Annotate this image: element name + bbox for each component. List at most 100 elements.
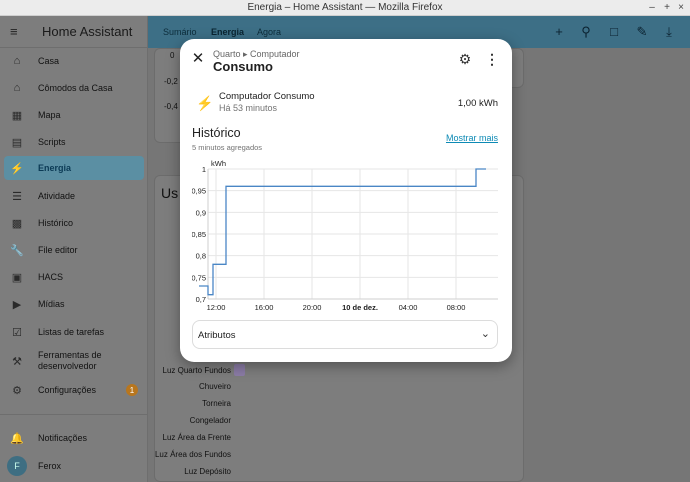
- download-icon[interactable]: ⤓: [661, 24, 677, 40]
- chart-icon: ▩: [11, 217, 23, 230]
- home-icon: ⌂: [13, 82, 21, 94]
- home-icon: ⌂: [13, 55, 21, 67]
- sidebar-item-midias[interactable]: ▶ Mídias: [4, 292, 144, 316]
- sidebar-item-label: Notificações: [38, 432, 88, 443]
- lightning-icon: ⚡: [196, 95, 214, 111]
- history-subtitle: 5 minutos agregados: [192, 143, 263, 152]
- tab-agora[interactable]: Agora: [257, 27, 281, 37]
- script-icon: ▤: [11, 136, 23, 149]
- sidebar-item-listas[interactable]: ☑ Listas de tarefas: [4, 320, 144, 344]
- user-name: Ferox: [38, 460, 62, 471]
- device-label: Chuveiro: [198, 382, 231, 391]
- more-vert-icon[interactable]: ⋮: [484, 51, 500, 67]
- x-tick-label: 16:00: [255, 303, 274, 312]
- device-label: Torneira: [202, 399, 231, 408]
- sidebar-item-label: Mapa: [38, 109, 61, 120]
- device-label: Luz Área da Frente: [162, 433, 231, 442]
- sidebar-item-comodos[interactable]: ⌂ Cômodos da Casa: [4, 76, 144, 100]
- dialog-title: Consumo: [213, 59, 273, 74]
- bell-icon: 🔔: [10, 432, 24, 445]
- device-bar: [234, 364, 245, 376]
- chevron-down-icon: ⌄: [480, 328, 490, 340]
- sidebar-item-hacs[interactable]: ▣ HACS: [4, 265, 144, 289]
- sidebar-item-notificacoes[interactable]: 🔔 Notificações: [4, 426, 144, 450]
- sidebar-divider: [0, 414, 148, 415]
- y-tick-label: 0,95: [192, 187, 206, 196]
- x-tick-label: 12:00: [207, 303, 226, 312]
- sidebar-item-label: HACS: [38, 271, 64, 282]
- axis-label: -0,2: [164, 77, 178, 86]
- entity-state-value: 1,00 kWh: [457, 98, 498, 109]
- pencil-icon[interactable]: ✎: [634, 24, 650, 40]
- window-title: Energia – Home Assistant — Mozilla Firef…: [247, 2, 443, 13]
- attributes-expander[interactable]: Atributos ⌄: [192, 320, 498, 349]
- hammer-icon: ⚒: [12, 355, 22, 368]
- y-tick-label: 0,75: [192, 273, 206, 282]
- x-tick-label: 10 de dez.: [342, 303, 378, 312]
- sidebar-item-label: Cômodos da Casa: [38, 82, 113, 93]
- series-line: [199, 168, 486, 296]
- sidebar-item-scripts[interactable]: ▤ Scripts: [4, 130, 144, 154]
- sidebar-item-atividade[interactable]: ☰ Atividade: [4, 184, 144, 208]
- sidebar-item-energia[interactable]: ⚡ Energia: [4, 156, 144, 180]
- wrench-icon: 🔧: [10, 244, 24, 257]
- chat-icon[interactable]: □: [606, 24, 622, 39]
- gear-icon[interactable]: ⚙: [457, 51, 473, 67]
- x-tick-label: 08:00: [447, 303, 466, 312]
- sidebar-item-historico[interactable]: ▩ Histórico: [4, 211, 144, 235]
- clipboard-icon: ☑: [12, 326, 22, 339]
- attributes-label: Atributos: [198, 330, 236, 341]
- minimize-button[interactable]: –: [646, 1, 658, 14]
- y-axis-unit: kWh: [211, 159, 226, 168]
- y-tick-label: 0,85: [192, 230, 206, 239]
- list-icon: ☰: [12, 190, 22, 203]
- axis-label: 0: [170, 51, 175, 60]
- x-tick-label: 20:00: [303, 303, 322, 312]
- sidebar-item-label: Ferramentas de desenvolvedor: [38, 350, 102, 371]
- sidebar-item-label: Casa: [38, 55, 60, 66]
- device-label: Luz Quarto Fundos: [162, 366, 231, 375]
- axis-label: -0,4: [164, 102, 178, 111]
- maximize-button[interactable]: +: [661, 1, 673, 14]
- media-icon: ▶: [12, 298, 22, 311]
- window-titlebar: Energia – Home Assistant — Mozilla Firef…: [0, 0, 690, 16]
- history-chart[interactable]: kWh 0,7 0,75 0,8 0,85 0,9 0,95 1 12:00 16:00 20:00…: [192, 157, 498, 317]
- history-title: Histórico: [192, 126, 241, 140]
- sidebar-item-label: Configurações: [38, 384, 97, 395]
- sidebar-item-file-editor[interactable]: 🔧 File editor: [4, 238, 144, 262]
- plus-icon[interactable]: +: [551, 24, 567, 39]
- menu-icon[interactable]: ≡: [10, 24, 32, 39]
- entity-name: Computador Consumo: [219, 91, 315, 102]
- sidebar-item-configuracoes[interactable]: ⚙ Configurações 1: [4, 378, 144, 402]
- y-tick-label: 0,8: [196, 252, 206, 261]
- close-window-button[interactable]: ×: [675, 1, 687, 14]
- sidebar-item-user[interactable]: F Ferox: [4, 454, 144, 478]
- app-title: Home Assistant: [42, 24, 133, 39]
- x-tick-label: 04:00: [399, 303, 418, 312]
- sidebar: ≡ Home Assistant ⌂ Casa ⌂ Cômodos da Cas…: [0, 16, 148, 482]
- y-tick-label: 0,7: [196, 295, 206, 304]
- hacs-icon: ▣: [11, 271, 23, 284]
- sidebar-item-label: Histórico: [38, 217, 74, 228]
- y-tick-label: 0,9: [196, 208, 206, 217]
- sidebar-item-mapa[interactable]: ▦ Mapa: [4, 103, 144, 127]
- map-icon: ▦: [11, 109, 23, 122]
- tab-sumario[interactable]: Sumário: [163, 27, 197, 37]
- card-heading: Us: [161, 185, 179, 201]
- more-info-dialog: ✕ Quarto ▸ Computador Consumo ⚙ ⋮ ⚡ Comp…: [180, 39, 512, 362]
- tab-energia[interactable]: Energia: [211, 27, 244, 37]
- close-icon[interactable]: ✕: [190, 51, 206, 67]
- avatar: F: [7, 456, 27, 476]
- sidebar-item-casa[interactable]: ⌂ Casa: [4, 49, 144, 73]
- sidebar-item-label: File editor: [38, 244, 78, 255]
- sidebar-item-ferramentas[interactable]: ⚒ Ferramentas de desenvolvedor: [4, 348, 144, 374]
- device-label: Congelador: [189, 416, 231, 425]
- show-more-link[interactable]: Mostrar mais: [446, 133, 498, 143]
- y-tick-label: 1: [202, 165, 206, 174]
- notification-badge: 1: [126, 384, 138, 396]
- device-label: Luz Área dos Fundos: [154, 450, 231, 459]
- gear-icon: ⚙: [12, 384, 22, 397]
- lightning-icon: ⚡: [10, 162, 24, 175]
- sidebar-item-label: Atividade: [38, 190, 76, 201]
- search-icon[interactable]: ⚲: [578, 24, 594, 40]
